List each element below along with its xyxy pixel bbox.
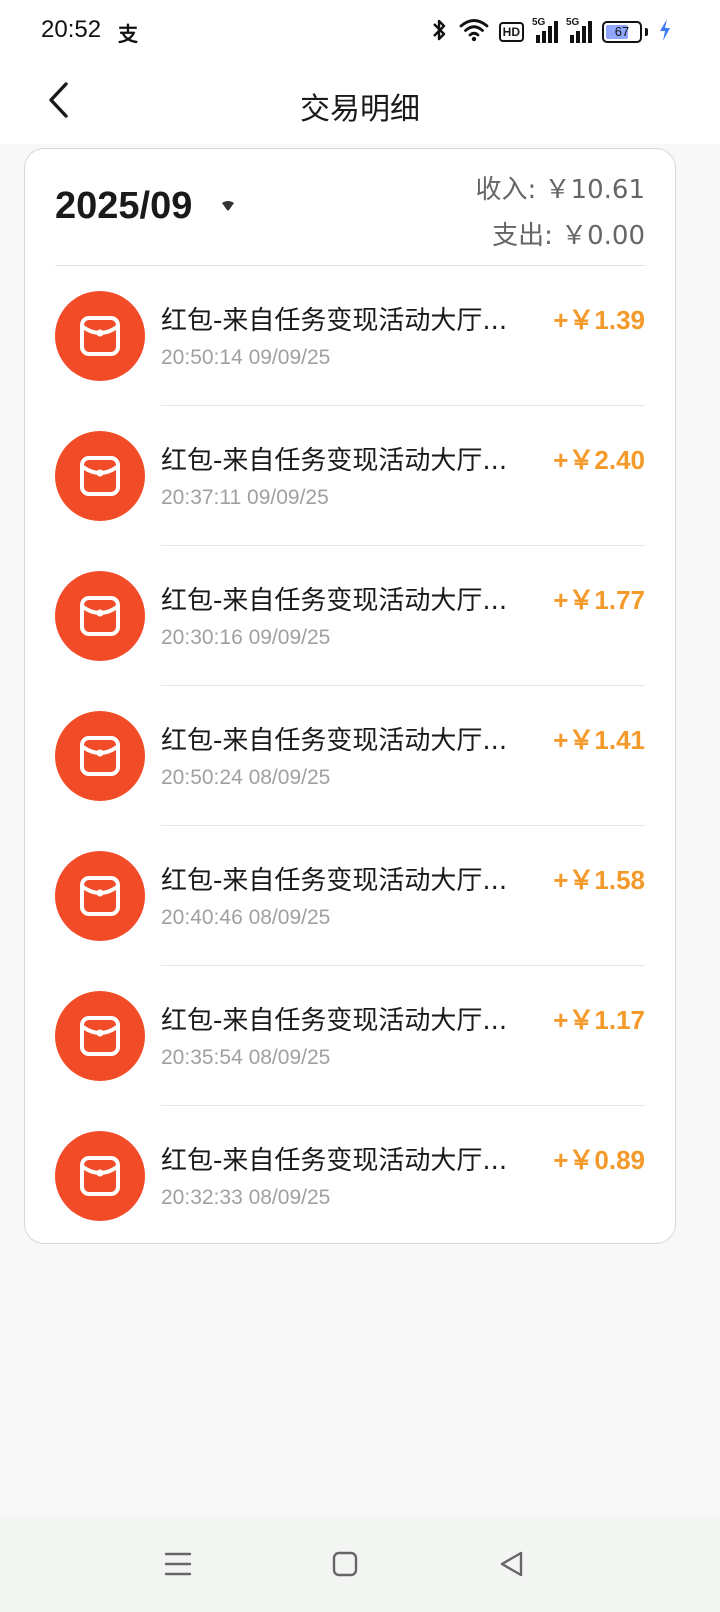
monthly-summary: 收入: ￥10.61 支出: ￥0.00 bbox=[476, 167, 645, 259]
back-nav-button[interactable] bbox=[490, 1544, 534, 1588]
signal-bar bbox=[536, 35, 540, 43]
header: 交易明细 bbox=[0, 64, 720, 144]
home-square-icon bbox=[331, 1550, 359, 1582]
transaction-title: 红包-来自任务变现活动大厅... bbox=[161, 726, 508, 756]
transaction-title: 红包-来自任务变现活动大厅... bbox=[161, 306, 508, 336]
transaction-row[interactable]: 红包-来自任务变现活动大厅... 20:50:24 08/09/25 +￥1.4… bbox=[25, 686, 675, 826]
transaction-row[interactable]: 红包-来自任务变现活动大厅... 20:40:46 08/09/25 +￥1.5… bbox=[25, 826, 675, 966]
transaction-time: 20:32:33 08/09/25 bbox=[161, 1186, 331, 1209]
red-packet-icon bbox=[55, 711, 145, 801]
transaction-list: 红包-来自任务变现活动大厅... 20:50:14 09/09/25 +￥1.3… bbox=[25, 266, 675, 1246]
red-packet-icon bbox=[55, 1131, 145, 1221]
alipay-notification-icon: 支 bbox=[118, 22, 138, 46]
transaction-time: 20:35:54 08/09/25 bbox=[161, 1046, 331, 1069]
transaction-time: 20:50:24 08/09/25 bbox=[161, 766, 331, 789]
transaction-card: 2025/09 收入: ￥10.61 支出: ￥0.00 红包-来自任务变现活动… bbox=[24, 148, 676, 1244]
transaction-title: 红包-来自任务变现活动大厅... bbox=[161, 1006, 508, 1036]
status-icons: HD 5G 5G 67 bbox=[429, 17, 672, 47]
income-total: 收入: ￥10.61 bbox=[475, 175, 645, 205]
signal-bar bbox=[576, 31, 580, 43]
status-time: 20:52 bbox=[41, 16, 102, 43]
transaction-row[interactable]: 红包-来自任务变现活动大厅... 20:30:16 09/09/25 +￥1.7… bbox=[25, 546, 675, 686]
battery-body: 67 bbox=[602, 21, 642, 43]
red-packet-icon bbox=[55, 431, 145, 521]
signal-5g-icon: 5G bbox=[532, 17, 558, 43]
transaction-amount: +￥0.89 bbox=[553, 1145, 645, 1175]
transaction-title: 红包-来自任务变现活动大厅... bbox=[161, 586, 508, 616]
signal-5g-icon: 5G bbox=[566, 17, 592, 43]
transaction-time: 20:37:11 09/09/25 bbox=[161, 486, 329, 509]
expense-total: 支出: ￥0.00 bbox=[492, 221, 645, 251]
hd-voice-icon: HD bbox=[498, 22, 524, 42]
red-packet-icon bbox=[55, 991, 145, 1081]
navigation-bar bbox=[0, 1516, 720, 1612]
battery-cap bbox=[645, 28, 648, 36]
transaction-time: 20:40:46 08/09/25 bbox=[161, 906, 331, 929]
wifi-icon bbox=[459, 18, 489, 46]
transaction-row[interactable]: 红包-来自任务变现活动大厅... 20:32:33 08/09/25 +￥0.8… bbox=[25, 1106, 675, 1246]
red-packet-icon bbox=[55, 851, 145, 941]
signal-bar bbox=[588, 21, 592, 43]
transaction-row[interactable]: 红包-来自任务变现活动大厅... 20:50:14 09/09/25 +￥1.3… bbox=[25, 266, 675, 406]
transaction-amount: +￥1.58 bbox=[553, 865, 645, 895]
transaction-title: 红包-来自任务变现活动大厅... bbox=[161, 446, 508, 476]
caret-down-icon bbox=[220, 197, 236, 216]
charging-icon bbox=[658, 18, 672, 46]
signal-bar bbox=[570, 35, 574, 43]
signal-bar bbox=[548, 26, 552, 43]
back-triangle-icon bbox=[498, 1550, 526, 1582]
battery-level: 67 bbox=[614, 24, 630, 39]
transaction-amount: +￥1.17 bbox=[553, 1005, 645, 1035]
transaction-time: 20:50:14 09/09/25 bbox=[161, 346, 331, 369]
transaction-title: 红包-来自任务变现活动大厅... bbox=[161, 866, 508, 896]
signal-bar bbox=[554, 21, 558, 43]
signal-label: 5G bbox=[566, 17, 580, 28]
transaction-amount: +￥2.40 bbox=[553, 445, 645, 475]
home-button[interactable] bbox=[323, 1544, 367, 1588]
transaction-title: 红包-来自任务变现活动大厅... bbox=[161, 1146, 508, 1176]
transaction-time: 20:30:16 09/09/25 bbox=[161, 626, 331, 649]
status-bar: 20:52 支 HD 5G 5G 67 bbox=[0, 0, 720, 64]
signal-label: 5G bbox=[532, 17, 546, 28]
bluetooth-icon bbox=[429, 17, 449, 47]
transaction-row[interactable]: 红包-来自任务变现活动大厅... 20:35:54 08/09/25 +￥1.1… bbox=[25, 966, 675, 1106]
signal-bar bbox=[582, 26, 586, 43]
transaction-amount: +￥1.39 bbox=[553, 305, 645, 335]
month-selector[interactable]: 2025/09 bbox=[55, 185, 236, 228]
menu-button[interactable] bbox=[156, 1544, 200, 1588]
transaction-row[interactable]: 红包-来自任务变现活动大厅... 20:37:11 09/09/25 +￥2.4… bbox=[25, 406, 675, 546]
page-title: 交易明细 bbox=[300, 92, 420, 127]
signal-bar bbox=[542, 31, 546, 43]
battery-icon: 67 bbox=[602, 21, 648, 43]
menu-icon bbox=[164, 1551, 192, 1581]
month-label: 2025/09 bbox=[55, 185, 193, 227]
red-packet-icon bbox=[55, 291, 145, 381]
red-packet-icon bbox=[55, 571, 145, 661]
transaction-amount: +￥1.77 bbox=[553, 585, 645, 615]
transaction-amount: +￥1.41 bbox=[553, 725, 645, 755]
